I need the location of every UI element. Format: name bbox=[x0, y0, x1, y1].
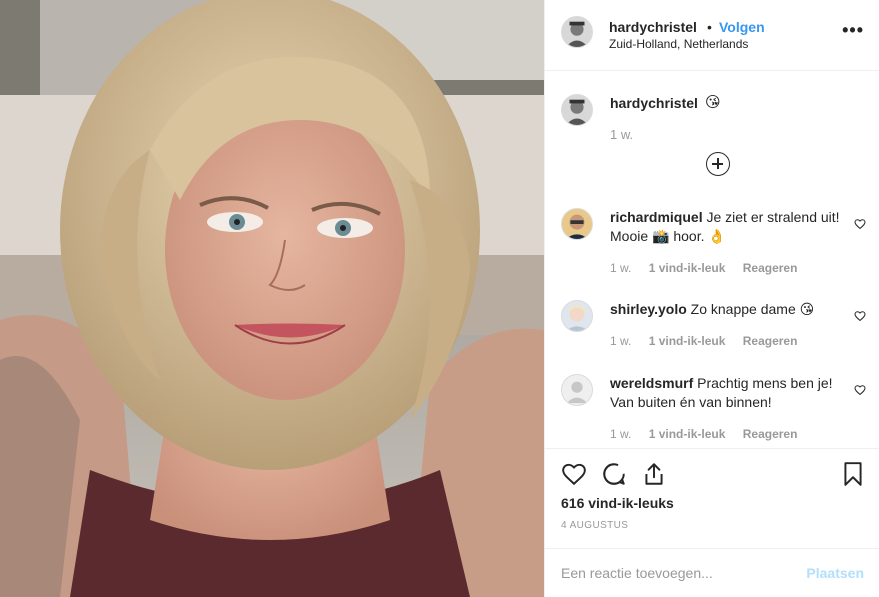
reply-button[interactable]: Reageren bbox=[743, 427, 798, 441]
author-username[interactable]: hardychristel bbox=[609, 19, 697, 35]
comment-like-icon[interactable] bbox=[854, 218, 866, 230]
caption-username[interactable]: hardychristel bbox=[610, 95, 698, 111]
post-actions: 616 vind-ik-leuks 4 AUGUSTUS bbox=[545, 448, 879, 548]
comment-likes[interactable]: 1 vind-ik-leuk bbox=[649, 261, 726, 275]
more-options-icon[interactable]: ••• bbox=[842, 21, 864, 39]
add-comment-bar: Plaatsen bbox=[545, 548, 879, 597]
caption-text: 😘 bbox=[705, 94, 721, 111]
comment-meta: 1 w. 1 vind-ik-leuk Reageren bbox=[610, 427, 811, 441]
comment-time[interactable]: 1 w. bbox=[610, 334, 631, 348]
post-date[interactable]: 4 AUGUSTUS bbox=[561, 520, 628, 531]
comment-like-icon[interactable] bbox=[854, 310, 866, 322]
selfie-image bbox=[0, 0, 544, 597]
comment-username[interactable]: richardmiquel bbox=[610, 209, 703, 225]
comment-time[interactable]: 1 w. bbox=[610, 427, 631, 441]
comment-likes[interactable]: 1 vind-ik-leuk bbox=[649, 427, 726, 441]
comment-likes[interactable]: 1 vind-ik-leuk bbox=[649, 334, 726, 348]
post-location[interactable]: Zuid-Holland, Netherlands bbox=[609, 37, 748, 51]
commenter-avatar[interactable] bbox=[561, 300, 593, 332]
load-more-comments-icon[interactable] bbox=[706, 152, 730, 176]
commenter-avatar[interactable] bbox=[561, 374, 593, 406]
comment-body: Zo knappe dame 😘 bbox=[690, 301, 815, 317]
comment-meta: 1 w. 1 vind-ik-leuk Reageren bbox=[610, 261, 811, 275]
like-heart-icon[interactable] bbox=[561, 461, 587, 487]
comment-like-icon[interactable] bbox=[854, 384, 866, 396]
author-avatar[interactable] bbox=[561, 16, 593, 48]
comment-username[interactable]: shirley.yolo bbox=[610, 301, 687, 317]
reply-button[interactable]: Reageren bbox=[743, 261, 798, 275]
post-side-panel: hardychristel • Volgen Zuid-Holland, Net… bbox=[544, 0, 879, 597]
header-separator: • bbox=[707, 19, 712, 35]
reply-button[interactable]: Reageren bbox=[743, 334, 798, 348]
comment-text: wereldsmurf Prachtig mens ben je! Van bu… bbox=[610, 374, 840, 412]
bookmark-icon[interactable] bbox=[840, 461, 866, 487]
like-count[interactable]: 616 vind-ik-leuks bbox=[561, 495, 674, 511]
comment-time[interactable]: 1 w. bbox=[610, 261, 631, 275]
comment-bubble-icon[interactable] bbox=[601, 461, 627, 487]
post-header: hardychristel • Volgen Zuid-Holland, Net… bbox=[545, 0, 879, 71]
comment-username[interactable]: wereldsmurf bbox=[610, 375, 693, 391]
comment-text: richardmiquel Je ziet er stralend uit! M… bbox=[610, 208, 840, 246]
follow-button[interactable]: Volgen bbox=[719, 19, 765, 35]
comment-meta: 1 w. 1 vind-ik-leuk Reageren bbox=[610, 334, 811, 348]
comment-text: shirley.yolo Zo knappe dame 😘 bbox=[610, 300, 840, 319]
caption-time[interactable]: 1 w. bbox=[610, 127, 633, 142]
post-comment-button[interactable]: Plaatsen bbox=[806, 565, 864, 581]
commenter-avatar[interactable] bbox=[561, 208, 593, 240]
post-modal: hardychristel • Volgen Zuid-Holland, Net… bbox=[0, 0, 879, 597]
caption-avatar[interactable] bbox=[561, 94, 593, 126]
share-icon[interactable] bbox=[641, 461, 667, 487]
comment-input[interactable] bbox=[561, 563, 791, 583]
post-photo[interactable] bbox=[0, 0, 544, 597]
